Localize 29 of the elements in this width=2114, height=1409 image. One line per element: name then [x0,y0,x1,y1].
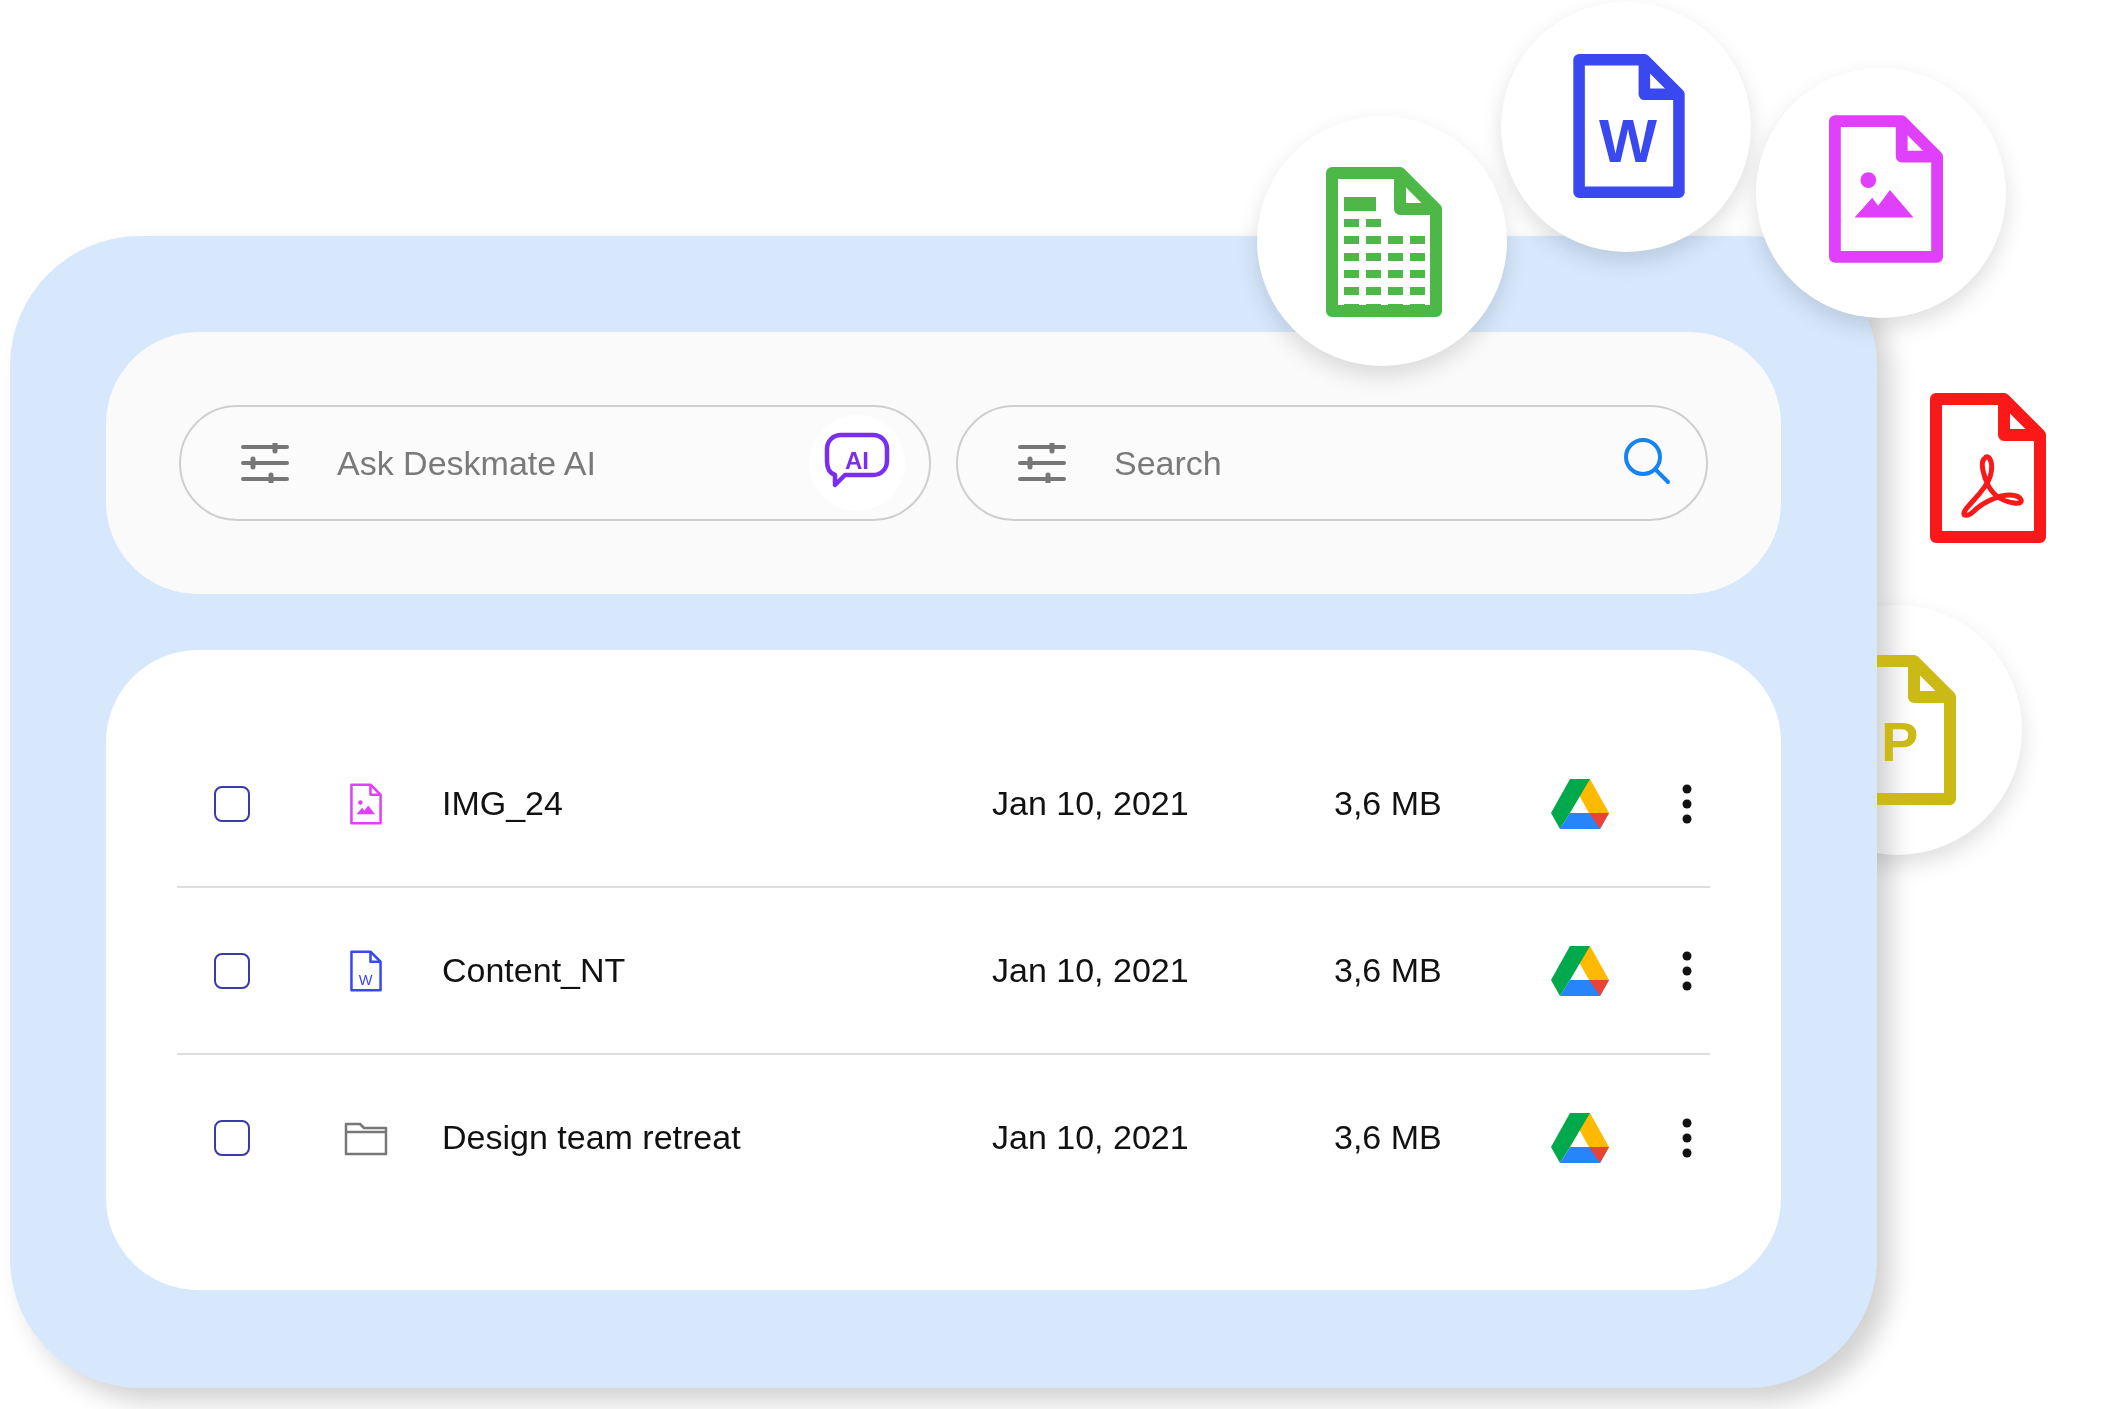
document-file-icon: W [1573,54,1685,198]
spreadsheet-file-icon [1325,167,1443,317]
ai-prompt-field[interactable]: Ask Deskmate AI [337,443,761,483]
size-text: 3,6 MB [1334,951,1442,990]
ai-button[interactable]: AI [809,415,905,511]
date-text: Jan 10, 2021 [992,951,1189,990]
checkbox[interactable] [214,952,250,989]
date-text: Jan 10, 2021 [992,784,1189,823]
file-name: IMG_24 [442,784,563,823]
more-options-icon[interactable] [1681,1117,1693,1158]
document-file-icon: W [349,949,383,992]
checkbox[interactable] [214,785,250,822]
date-text: Jan 10, 2021 [992,1118,1189,1157]
file-name: Design team retreat [442,1118,741,1157]
triangle-logo-icon [1549,776,1611,831]
more-options-icon[interactable] [1681,950,1693,991]
more-options-icon[interactable] [1681,783,1693,824]
triangle-logo-icon [1549,1110,1611,1165]
image-file-icon [1829,115,1943,263]
checkbox[interactable] [214,1119,250,1156]
image-file-icon [349,782,383,825]
filter-icon[interactable] [241,443,289,483]
size-text: 3,6 MB [1334,784,1442,823]
size-text: 3,6 MB [1334,1118,1442,1157]
filter-icon[interactable] [1018,443,1066,483]
triangle-logo-icon [1549,943,1611,998]
file-name: Content_NT [442,951,626,990]
search-icon[interactable] [1622,436,1672,486]
pdf-file-icon [1929,393,2047,543]
